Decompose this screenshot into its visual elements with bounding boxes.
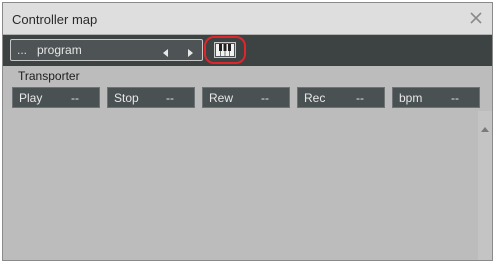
- close-button[interactable]: [466, 8, 486, 28]
- play-mapping-button[interactable]: Play --: [12, 87, 100, 108]
- window-title: Controller map: [12, 12, 98, 27]
- scroll-up-arrow-icon: [481, 127, 489, 132]
- next-program-button[interactable]: [185, 45, 195, 57]
- previous-program-button[interactable]: [161, 45, 171, 57]
- scroll-down-button[interactable]: [481, 253, 489, 259]
- keyboard-button[interactable]: [214, 42, 236, 58]
- rec-value: --: [356, 91, 364, 105]
- rew-mapping-button[interactable]: Rew --: [202, 87, 290, 108]
- piano-keyboard-icon: [216, 44, 234, 56]
- stop-label: Stop: [114, 91, 139, 105]
- chevron-right-icon: [188, 49, 193, 57]
- program-name: program: [37, 43, 82, 57]
- rew-value: --: [261, 91, 269, 105]
- stop-mapping-button[interactable]: Stop --: [107, 87, 195, 108]
- scroll-down-arrow-icon: [481, 260, 489, 261]
- title-bar: Controller map: [3, 3, 492, 35]
- bpm-mapping-button[interactable]: bpm --: [392, 87, 480, 108]
- keyboard-button-highlight: [204, 36, 246, 64]
- bpm-label: bpm: [399, 91, 423, 105]
- bpm-value: --: [451, 91, 459, 105]
- stop-value: --: [166, 91, 174, 105]
- chevron-left-icon: [163, 49, 168, 57]
- play-value: --: [71, 91, 79, 105]
- program-toolbar: ... program: [3, 35, 492, 66]
- play-label: Play: [19, 91, 43, 105]
- scroll-up-button[interactable]: [481, 119, 489, 132]
- transporter-heading: Transporter: [18, 69, 80, 83]
- transporter-controls: Play -- Stop -- Rew -- Rec -- bpm --: [3, 87, 492, 111]
- rew-label: Rew: [209, 91, 234, 105]
- close-icon: [470, 12, 482, 24]
- vertical-scrollbar[interactable]: [478, 111, 492, 260]
- rec-mapping-button[interactable]: Rec --: [297, 87, 385, 108]
- rec-label: Rec: [304, 91, 326, 105]
- mapping-list-area: [9, 111, 478, 260]
- controller-map-window: Controller map ... program Transporter P…: [2, 2, 493, 261]
- program-selector[interactable]: ... program: [10, 39, 203, 61]
- program-prefix: ...: [17, 43, 28, 57]
